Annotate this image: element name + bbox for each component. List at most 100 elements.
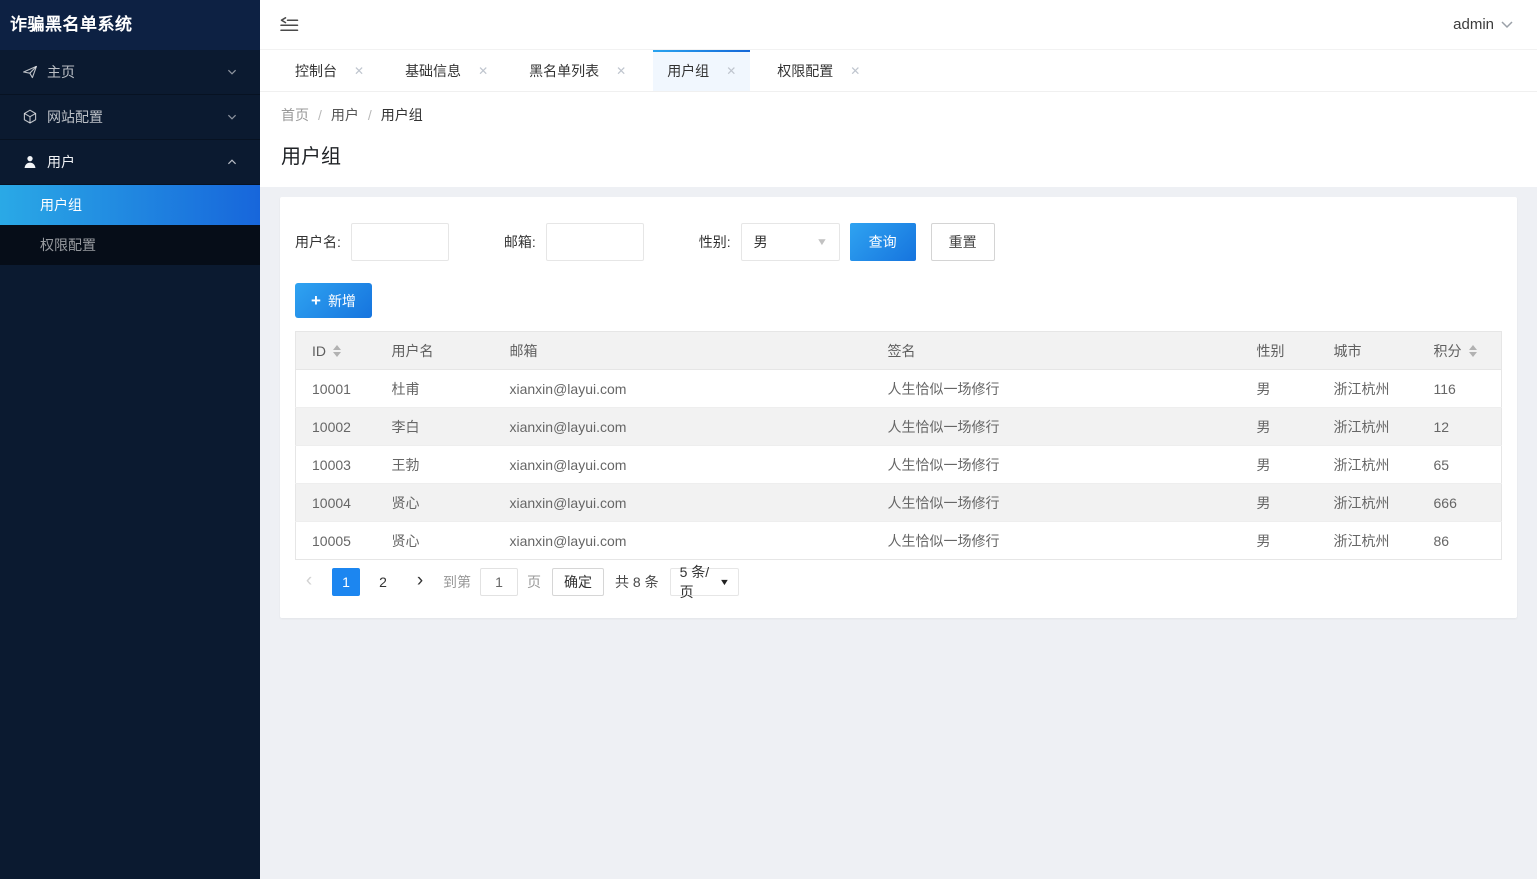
- tab-label: 权限配置: [777, 62, 834, 79]
- gender-select[interactable]: 男 ▼: [740, 223, 840, 261]
- tab-permission[interactable]: 权限配置 ✕: [763, 50, 874, 91]
- caret-down-icon: ▼: [718, 577, 730, 587]
- close-icon[interactable]: ✕: [478, 65, 488, 77]
- per-page-select[interactable]: 5 条/页 ▼: [669, 564, 739, 600]
- search-button[interactable]: 查询: [849, 223, 916, 261]
- reset-button[interactable]: 重置: [930, 223, 995, 261]
- chevron-down-icon: [226, 111, 238, 123]
- cell-gender: 男: [1240, 407, 1318, 446]
- cell-id: 10001: [295, 369, 376, 408]
- tab-blacklist[interactable]: 黑名单列表 ✕: [515, 50, 640, 91]
- sidebar-item-site-config[interactable]: 网站配置: [0, 95, 260, 140]
- close-icon[interactable]: ✕: [616, 65, 626, 77]
- cell-city: 浙江杭州: [1317, 407, 1418, 446]
- cell-gender: 男: [1240, 369, 1318, 408]
- sidebar-item-label: 用户: [47, 154, 75, 170]
- table-row: 10002 李白 xianxin@layui.com 人生恰似一场修行 男 浙江…: [295, 407, 1502, 446]
- tab-usergroup[interactable]: 用户组 ✕: [653, 50, 751, 91]
- goto-page-input[interactable]: [480, 568, 518, 596]
- close-icon[interactable]: ✕: [850, 65, 860, 77]
- pagination: ‹ 1 2 › 到第 页 确定 共 8 条 5 条/页 ▼: [295, 564, 1502, 600]
- main-area: admin 控制台 ✕ 基础信息 ✕ 黑名单列表 ✕ 用户组 ✕ 权限配置 ✕ …: [260, 0, 1537, 879]
- goto-label: 到第: [443, 574, 471, 590]
- per-page-value: 5 条/页: [679, 564, 710, 600]
- cell-email: xianxin@layui.com: [493, 445, 872, 484]
- cell-score: 12: [1417, 407, 1502, 446]
- sidebar-item-usergroup[interactable]: 用户组: [0, 185, 260, 225]
- prev-page-button[interactable]: ‹: [295, 568, 323, 596]
- table-row: 10001 杜甫 xianxin@layui.com 人生恰似一场修行 男 浙江…: [295, 369, 1502, 408]
- sidebar-item-label: 网站配置: [47, 109, 103, 125]
- user-icon: [22, 154, 38, 170]
- table-row: 10005 贤心 xianxin@layui.com 人生恰似一场修行 男 浙江…: [296, 522, 1502, 560]
- cell-gender: 男: [1256, 532, 1271, 549]
- cell-id: 10005: [312, 532, 351, 549]
- app-root: 诈骗黑名单系统 主页 网站配置 用户 用户组 权限配置 admin 控制台 ✕ …: [0, 0, 1537, 879]
- cell-score: 65: [1417, 445, 1502, 484]
- filter-form: 用户名: 邮箱: 性别: 男 ▼ 查询 重置: [295, 223, 1502, 261]
- add-button[interactable]: + 新增: [295, 283, 372, 318]
- chevron-up-icon: [226, 156, 238, 168]
- cell-id: 10003: [295, 445, 376, 484]
- sort-icon[interactable]: [1468, 344, 1477, 357]
- breadcrumb-separator: /: [367, 107, 372, 123]
- cell-email: xianxin@layui.com: [493, 407, 872, 446]
- column-score[interactable]: 积分: [1417, 331, 1502, 370]
- breadcrumb-current: 用户组: [380, 107, 423, 123]
- cell-signature: 人生恰似一场修行: [871, 407, 1241, 446]
- breadcrumb-user: 用户: [330, 107, 359, 123]
- cell-email: xianxin@layui.com: [493, 369, 872, 408]
- tab-label: 基础信息: [405, 62, 462, 79]
- page-button-2[interactable]: 2: [369, 568, 397, 596]
- breadcrumb: 首页 / 用户 / 用户组: [281, 105, 1537, 125]
- chevron-down-icon: [226, 66, 238, 78]
- cube-icon: [22, 109, 38, 125]
- sort-icon[interactable]: [333, 344, 341, 357]
- paper-plane-icon: [22, 64, 38, 80]
- page-unit-label: 页: [527, 574, 541, 590]
- column-id[interactable]: ID: [295, 331, 376, 370]
- cell-username: 王勃: [375, 445, 494, 484]
- add-button-label: 新增: [327, 292, 356, 309]
- chevron-down-icon: [1501, 21, 1513, 29]
- user-table: ID 用户名 邮箱 签名 性别 城市 积分 10001 杜甫 xianxin@l…: [295, 331, 1502, 560]
- sidebar-item-user[interactable]: 用户: [0, 140, 260, 185]
- username-input[interactable]: [350, 223, 449, 261]
- cell-city: 浙江杭州: [1317, 483, 1418, 522]
- cell-username: 贤心: [391, 532, 420, 549]
- column-gender: 性别: [1240, 331, 1318, 370]
- table-header-row: ID 用户名 邮箱 签名 性别 城市 积分: [295, 331, 1502, 370]
- sidebar: 诈骗黑名单系统 主页 网站配置 用户 用户组 权限配置: [0, 0, 260, 879]
- cell-id: 10002: [295, 407, 376, 446]
- next-page-button[interactable]: ›: [406, 568, 434, 596]
- tab-label: 控制台: [295, 62, 337, 79]
- tab-console[interactable]: 控制台 ✕: [281, 50, 378, 91]
- cell-city: 浙江杭州: [1333, 532, 1390, 549]
- sidebar-item-permission[interactable]: 权限配置: [0, 225, 260, 265]
- collapse-menu-icon[interactable]: [280, 16, 299, 33]
- page-title: 用户组: [281, 146, 341, 168]
- tab-label: 黑名单列表: [529, 62, 600, 79]
- email-label: 邮箱:: [503, 234, 536, 250]
- content-body: 用户名: 邮箱: 性别: 男 ▼ 查询 重置 + 新增 ID 用户名 邮箱 签名…: [260, 187, 1537, 879]
- page-button-1[interactable]: 1: [332, 568, 360, 596]
- tab-label: 用户组: [667, 62, 710, 79]
- gender-value: 男: [753, 234, 768, 250]
- table-row: 10003 王勃 xianxin@layui.com 人生恰似一场修行 男 浙江…: [295, 445, 1502, 484]
- cell-score: 666: [1417, 483, 1502, 522]
- close-icon[interactable]: ✕: [726, 65, 736, 77]
- user-name: admin: [1453, 16, 1494, 33]
- breadcrumb-home[interactable]: 首页: [281, 107, 309, 123]
- total-count-label: 共 8 条: [615, 574, 659, 590]
- tab-basic-info[interactable]: 基础信息 ✕: [391, 50, 502, 91]
- table-row: 10004 贤心 xianxin@layui.com 人生恰似一场修行 男 浙江…: [295, 483, 1502, 522]
- email-input[interactable]: [545, 223, 644, 261]
- content-card: 用户名: 邮箱: 性别: 男 ▼ 查询 重置 + 新增 ID 用户名 邮箱 签名…: [280, 197, 1517, 618]
- close-icon[interactable]: ✕: [354, 65, 364, 77]
- user-menu[interactable]: admin: [1453, 16, 1513, 33]
- sidebar-item-home[interactable]: 主页: [0, 50, 260, 95]
- confirm-button[interactable]: 确定: [552, 568, 604, 596]
- gender-label: 性别:: [698, 234, 731, 250]
- tabs-bar: 控制台 ✕ 基础信息 ✕ 黑名单列表 ✕ 用户组 ✕ 权限配置 ✕: [260, 50, 1537, 92]
- cell-city: 浙江杭州: [1317, 369, 1418, 408]
